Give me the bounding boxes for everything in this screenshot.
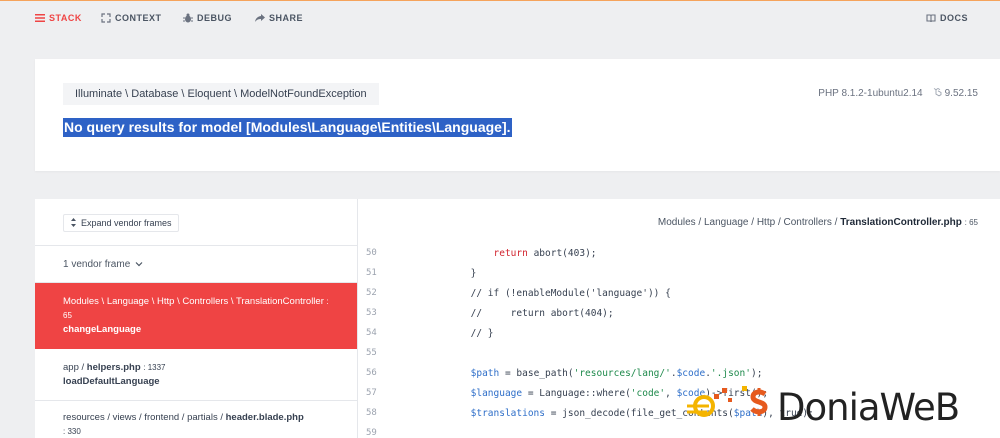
version-info: PHP 8.1.2-1ubuntu2.14 9.52.15	[818, 87, 978, 100]
frame-path: Modules \ Language \ Http \ Controllers …	[63, 295, 330, 323]
file-path[interactable]: Modules / Language / Http / Controllers …	[658, 217, 978, 228]
frame-path-prefix: resources / views / frontend / partials …	[63, 412, 226, 423]
frame-path-file: helpers.php	[86, 361, 141, 373]
frame-path-file: header.blade.php	[225, 412, 304, 423]
code-line: 54 // }	[358, 323, 1000, 343]
bug-icon	[183, 13, 193, 23]
exception-class[interactable]: Illuminate \ Database \ Eloquent \ Model…	[63, 83, 379, 105]
code-line: 57 $language = Language::where('code', $…	[358, 383, 1000, 403]
code-line: 58 $translations = json_decode(file_get_…	[358, 403, 1000, 423]
code-text: // if (!enableModule('language')) {	[402, 287, 671, 299]
nav-stack-label: STACK	[49, 13, 82, 23]
nav-debug-label: DEBUG	[197, 13, 233, 23]
stack-frame[interactable]: app / helpers.php : 1337 loadDefaultLang…	[35, 349, 357, 401]
code-text: $path = base_path('resources/lang/'.$cod…	[470, 367, 763, 379]
code-text: // }	[402, 327, 494, 339]
docs-icon	[926, 13, 936, 23]
line-number: 52	[366, 288, 377, 298]
line-number: 50	[366, 248, 377, 258]
code-line: 52 // if (!enableModule('language')) {	[358, 283, 1000, 303]
code-line: 50 return abort(403);	[358, 243, 1000, 263]
frame-method: changeLanguage	[63, 324, 142, 335]
frame-line: : 330	[63, 427, 81, 436]
laravel-icon	[933, 87, 942, 100]
code-text: return abort(403);	[493, 247, 597, 259]
nav-context-label: CONTEXT	[115, 13, 162, 23]
code-line: 55	[358, 343, 1000, 363]
share-icon	[255, 13, 265, 23]
line-number: 55	[366, 348, 377, 358]
line-number: 51	[366, 268, 377, 278]
chevron-down-icon	[135, 259, 143, 270]
file-path-name: TranslationController.php	[840, 217, 962, 228]
exception-header: Illuminate \ Database \ Eloquent \ Model…	[35, 59, 1000, 171]
stack-icon	[35, 13, 45, 23]
code-text: $translations = json_decode(file_get_con…	[470, 407, 814, 419]
expand-vendor-button[interactable]: Expand vendor frames	[63, 214, 179, 232]
vendor-count: 1 vendor frame	[63, 258, 131, 270]
file-path-prefix: Modules / Language / Http / Controllers …	[657, 217, 841, 228]
code-line: 56 $path = base_path('resources/lang/'.$…	[358, 363, 1000, 383]
file-path-line: : 65	[964, 218, 978, 227]
line-number: 53	[366, 308, 377, 318]
expand-vendor-label: Expand vendor frames	[81, 218, 172, 228]
stack-frame[interactable]: resources / views / frontend / partials …	[35, 401, 357, 438]
line-number: 56	[366, 368, 377, 378]
code-text: // return abort(404);	[402, 307, 614, 319]
code-lines: 50 return abort(403); 51 } 52 // if (!en…	[358, 243, 1000, 438]
frames-list: Expand vendor frames 1 vendor frame Modu…	[35, 199, 358, 438]
nav-debug[interactable]: DEBUG	[183, 11, 232, 25]
nav-docs-label: DOCS	[940, 13, 969, 23]
frame-path-text: Modules \ Language \ Http \ Controllers …	[63, 296, 324, 307]
nav-share-label: SHARE	[269, 13, 304, 23]
expand-arrows-icon	[70, 217, 77, 229]
vendor-frame-toggle[interactable]: 1 vendor frame	[35, 245, 357, 283]
nav-context[interactable]: CONTEXT	[101, 11, 162, 25]
laravel-version: 9.52.15	[944, 88, 978, 99]
frame-path: resources / views / frontend / partials …	[63, 411, 330, 425]
code-viewer: Modules / Language / Http / Controllers …	[358, 199, 1000, 438]
frame-method: loadDefaultLanguage	[63, 375, 160, 387]
line-number: 59	[366, 428, 377, 438]
line-number: 57	[366, 388, 377, 398]
code-text: }	[402, 267, 477, 279]
code-line: 59	[358, 423, 1000, 438]
stack-panel: Expand vendor frames 1 vendor frame Modu…	[35, 199, 1000, 438]
exception-message: No query results for model [Modules\Lang…	[63, 118, 512, 137]
code-text: $language = Language::where('code', $cod…	[470, 387, 769, 399]
line-number: 58	[366, 408, 377, 418]
line-number: 54	[366, 328, 377, 338]
code-line: 51 }	[358, 263, 1000, 283]
laravel-version-group: 9.52.15	[933, 87, 978, 100]
nav-share[interactable]: SHARE	[255, 11, 303, 25]
nav-docs[interactable]: DOCS	[926, 11, 968, 25]
php-version: PHP 8.1.2-1ubuntu2.14	[818, 88, 923, 99]
frame-line: : 1337	[143, 362, 166, 372]
stack-frame-active[interactable]: Modules \ Language \ Http \ Controllers …	[35, 283, 357, 349]
frame-path-prefix: app /	[63, 361, 87, 373]
frame-path: app / helpers.php : 1337	[63, 361, 330, 375]
expand-icon	[101, 13, 111, 23]
top-nav: STACK CONTEXT DEBUG SHARE DOCS	[0, 1, 1000, 33]
code-line: 53 // return abort(404);	[358, 303, 1000, 323]
nav-stack[interactable]: STACK	[35, 11, 82, 25]
